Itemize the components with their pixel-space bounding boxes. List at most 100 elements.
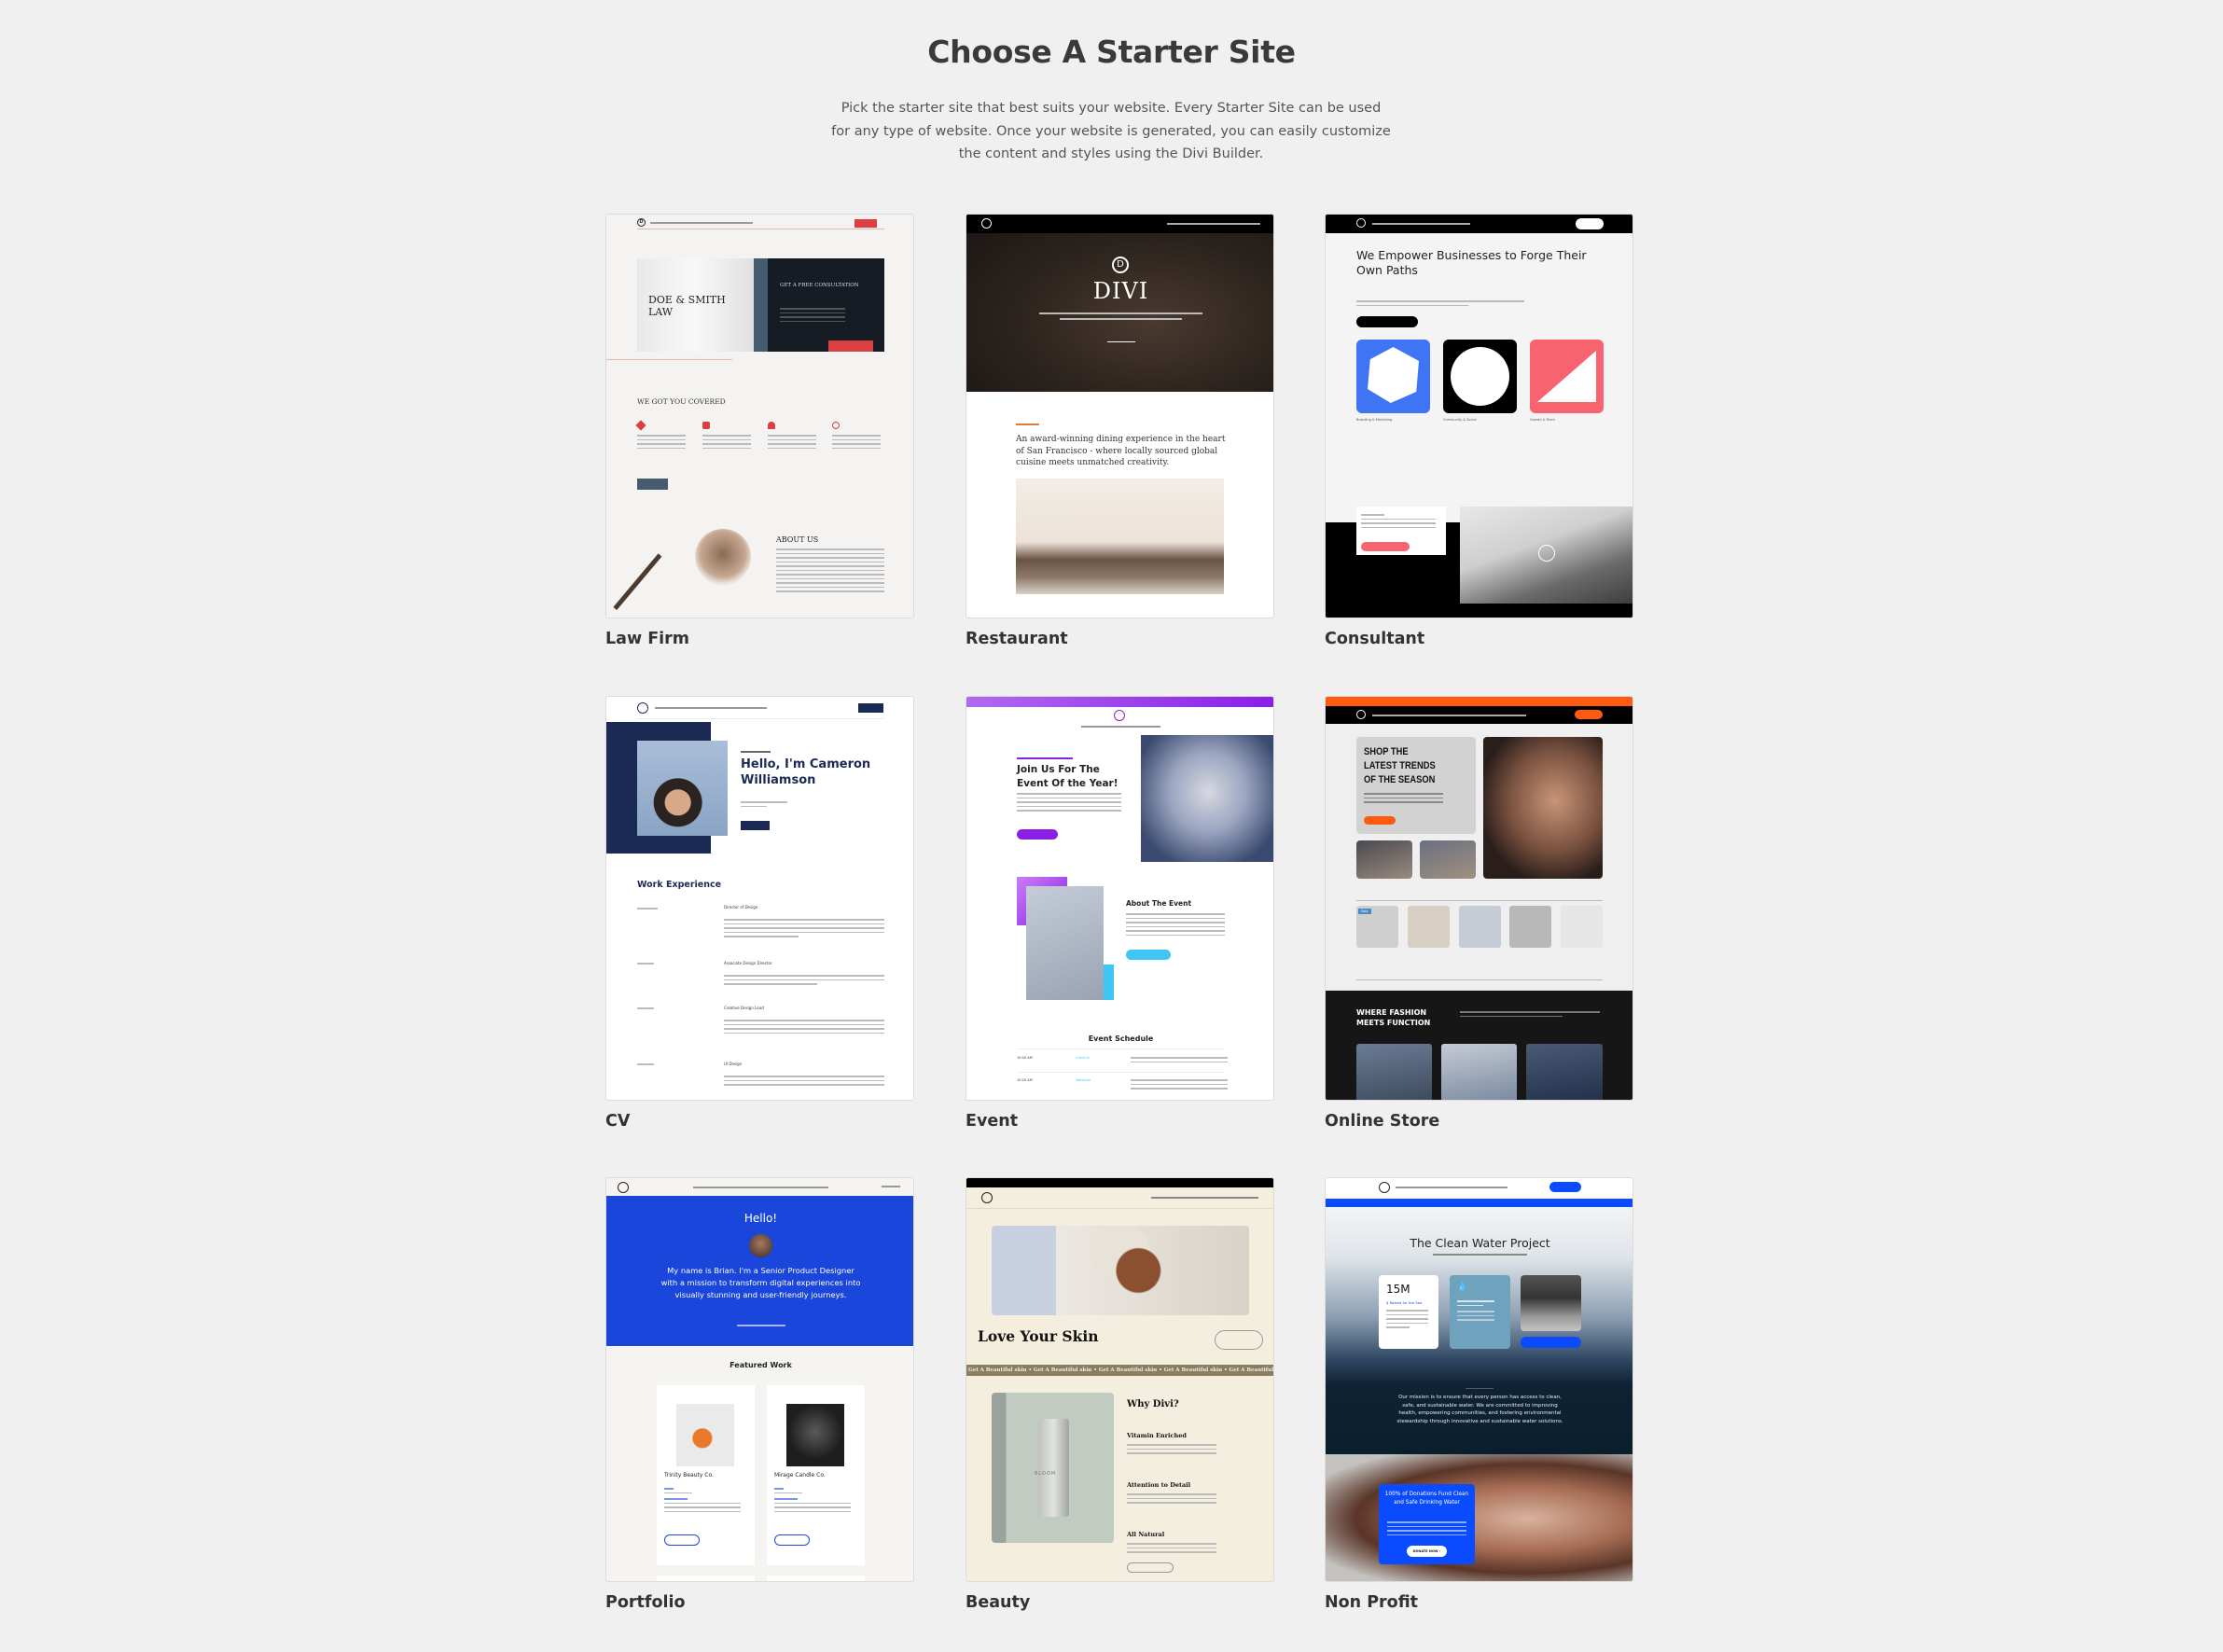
store-hero-panel: SHOP THE LATEST TRENDS OF THE SEASON	[1356, 737, 1476, 834]
beauty-shop-button	[1215, 1330, 1263, 1350]
sale-badge: Sale	[1358, 909, 1371, 914]
portfolio-intro: My name is Brian. I'm a Senior Product D…	[660, 1266, 861, 1299]
site-label-restaurant[interactable]: Restaurant	[966, 630, 1068, 648]
nonprofit-mission: Our mission is to ensure that every pers…	[1396, 1395, 1563, 1425]
site-label-cv[interactable]: CV	[605, 1112, 630, 1131]
event-aerial-image	[1026, 886, 1104, 1000]
nonprofit-stat-card: 15M $ Raised for the Sea	[1379, 1275, 1438, 1349]
page-title: Choose A Starter Site	[927, 34, 1296, 70]
beauty-product-label: BLOOM	[1035, 1471, 1057, 1477]
hand-water-icon: 💧	[1457, 1283, 1468, 1292]
starter-site-card-law-firm[interactable]: D DOE & SMITH LAW GET A FREE CONSULTATIO…	[605, 214, 914, 618]
store-hero-title: SHOP THE LATEST TRENDS OF THE SEASON	[1364, 746, 1436, 785]
event-schedule-item-1: Welcome	[1076, 1078, 1091, 1082]
law-hero-title: DOE & SMITH LAW	[648, 294, 726, 318]
cv-job-3: UI Design	[724, 1062, 743, 1066]
law-services-button	[637, 479, 668, 490]
beauty-ticker: Get A Beautiful skin • Get A Beautiful s…	[966, 1365, 1273, 1376]
consultant-laptop-video	[1460, 507, 1633, 604]
nonprofit-innovation-card: 💧	[1450, 1275, 1510, 1349]
consultant-tile-label-1: Community & Social	[1443, 418, 1477, 422]
starter-site-card-portfolio[interactable]: Hello! My name is Brian. I'm a Senior Pr…	[605, 1177, 914, 1582]
cv-job-1: Associate Design Director	[724, 961, 772, 965]
starter-site-card-restaurant[interactable]: D DIVI An award-winning dining experienc…	[966, 214, 1274, 618]
site-label-law-firm[interactable]: Law Firm	[605, 630, 689, 648]
portfolio-project-card-0: Trinity Beauty Co.	[657, 1385, 755, 1565]
event-schedule-item-0: Check In	[1076, 1056, 1091, 1060]
site-label-online-store[interactable]: Online Store	[1325, 1112, 1439, 1131]
page-description: Pick the starter site that best suits yo…	[831, 101, 1391, 161]
law-section-title: WE GOT YOU COVERED	[637, 397, 726, 406]
event-about-title: About The Event	[1126, 899, 1192, 908]
divi-logo-icon: D	[637, 218, 646, 227]
nonprofit-beach-photo	[1521, 1275, 1581, 1331]
nonprofit-hands-image: 100% of Donations Fund Clean and Safe Dr…	[1326, 1454, 1633, 1581]
event-schedule-time-1: 10:20 AM	[1017, 1078, 1033, 1082]
consultant-hero-title: We Empower Businesses to Forge Their Own…	[1356, 248, 1587, 277]
play-icon	[1538, 545, 1555, 562]
restaurant-hero: D DIVI	[966, 215, 1273, 392]
beauty-feature-0: Vitamin Enriched	[1127, 1432, 1187, 1439]
starter-site-card-cv[interactable]: Hello, I'm Cameron Williamson Work Exper…	[605, 696, 914, 1101]
store-product-grid: Sale	[1356, 906, 1603, 952]
site-label-non-profit[interactable]: Non Profit	[1325, 1593, 1418, 1612]
law-contact-button	[854, 219, 877, 228]
consultant-tile-label-2: Growth & Team	[1530, 418, 1555, 422]
cv-section-title: Work Experience	[637, 880, 722, 890]
portfolio-greeting: Hello!	[743, 1212, 778, 1225]
consultant-recent-work-box	[1356, 507, 1446, 555]
avatar	[749, 1234, 772, 1257]
cv-portrait	[637, 741, 728, 836]
nonprofit-donation-card: 100% of Donations Fund Clean and Safe Dr…	[1379, 1484, 1475, 1564]
restaurant-tagline: An award-winning dining experience in th…	[1016, 435, 1226, 467]
cv-job-0: Director of Design	[724, 905, 758, 909]
law-practice-areas	[635, 420, 884, 459]
portfolio-project-card-1: Mirage Candle Co.	[767, 1385, 865, 1565]
nonprofit-stat-value: 15M	[1386, 1283, 1410, 1296]
starter-site-card-online-store[interactable]: SHOP THE LATEST TRENDS OF THE SEASON Sal…	[1325, 696, 1633, 1101]
nonprofit-hero-title: The Clean Water Project	[1410, 1236, 1550, 1250]
beauty-product-image: BLOOM	[992, 1393, 1114, 1543]
starter-site-card-consultant[interactable]: We Empower Businesses to Forge Their Own…	[1325, 214, 1633, 618]
portfolio-project-title-1: Mirage Candle Co.	[774, 1472, 826, 1478]
law-consultation-panel: GET A FREE CONSULTATION	[754, 258, 884, 352]
law-gavel-image	[695, 529, 751, 585]
beauty-hero-image	[992, 1226, 1249, 1315]
nonprofit-hero: The Clean Water Project 15M $ Raised for…	[1326, 1207, 1633, 1454]
beauty-hero-title: Love Your Skin	[978, 1327, 1099, 1345]
law-hero-image: DOE & SMITH LAW	[637, 258, 754, 352]
nonprofit-donation-title: 100% of Donations Fund Clean and Safe Dr…	[1384, 1492, 1469, 1506]
consultant-tile-branding	[1356, 340, 1430, 413]
restaurant-dining-image	[1016, 479, 1224, 594]
consultant-tile-community	[1443, 340, 1517, 413]
event-hero-title: Join Us For The Event Of the Year!	[1017, 764, 1118, 789]
nonprofit-donate-button: DONATE NOW ›	[1407, 1546, 1447, 1557]
cv-hero-title: Hello, I'm Cameron Williamson	[741, 757, 871, 787]
law-about-title: ABOUT US	[776, 535, 819, 544]
starter-site-card-event[interactable]: Join Us For The Event Of the Year! About…	[966, 696, 1274, 1101]
beauty-why-title: Why Divi?	[1127, 1399, 1179, 1409]
event-crowd-image	[1141, 735, 1273, 862]
starter-site-card-non-profit[interactable]: The Clean Water Project 15M $ Raised for…	[1325, 1177, 1633, 1582]
consultant-tile-label-0: Branding & Marketing	[1356, 418, 1393, 422]
event-schedule-time-0: 10:00 AM	[1017, 1056, 1033, 1060]
beauty-feature-1: Attention to Detail	[1127, 1481, 1191, 1489]
nonprofit-stat-label: $ Raised for the Sea	[1386, 1300, 1423, 1305]
portfolio-project-title-0: Trinity Beauty Co.	[664, 1472, 714, 1478]
cv-job-2: Creative Design Lead	[724, 1006, 764, 1010]
starter-site-card-beauty[interactable]: Love Your Skin Get A Beautiful skin • Ge…	[966, 1177, 1274, 1582]
law-nav: D	[637, 218, 884, 229]
site-label-consultant[interactable]: Consultant	[1325, 630, 1424, 648]
event-schedule-title: Event Schedule	[1088, 1034, 1154, 1043]
store-model-image	[1483, 737, 1603, 879]
site-label-beauty[interactable]: Beauty	[966, 1593, 1030, 1612]
consultant-tile-growth	[1530, 340, 1604, 413]
portfolio-section-title: Featured Work	[729, 1361, 792, 1369]
beauty-feature-2: All Natural	[1127, 1531, 1165, 1538]
site-label-portfolio[interactable]: Portfolio	[605, 1593, 686, 1612]
portfolio-hero: Hello! My name is Brian. I'm a Senior Pr…	[606, 1196, 913, 1346]
restaurant-brand: DIVI	[1092, 278, 1149, 304]
law-consultation-title: GET A FREE CONSULTATION	[780, 283, 859, 288]
site-label-event[interactable]: Event	[966, 1112, 1018, 1131]
store-section-title: WHERE FASHION MEETS FUNCTION	[1356, 1008, 1431, 1027]
